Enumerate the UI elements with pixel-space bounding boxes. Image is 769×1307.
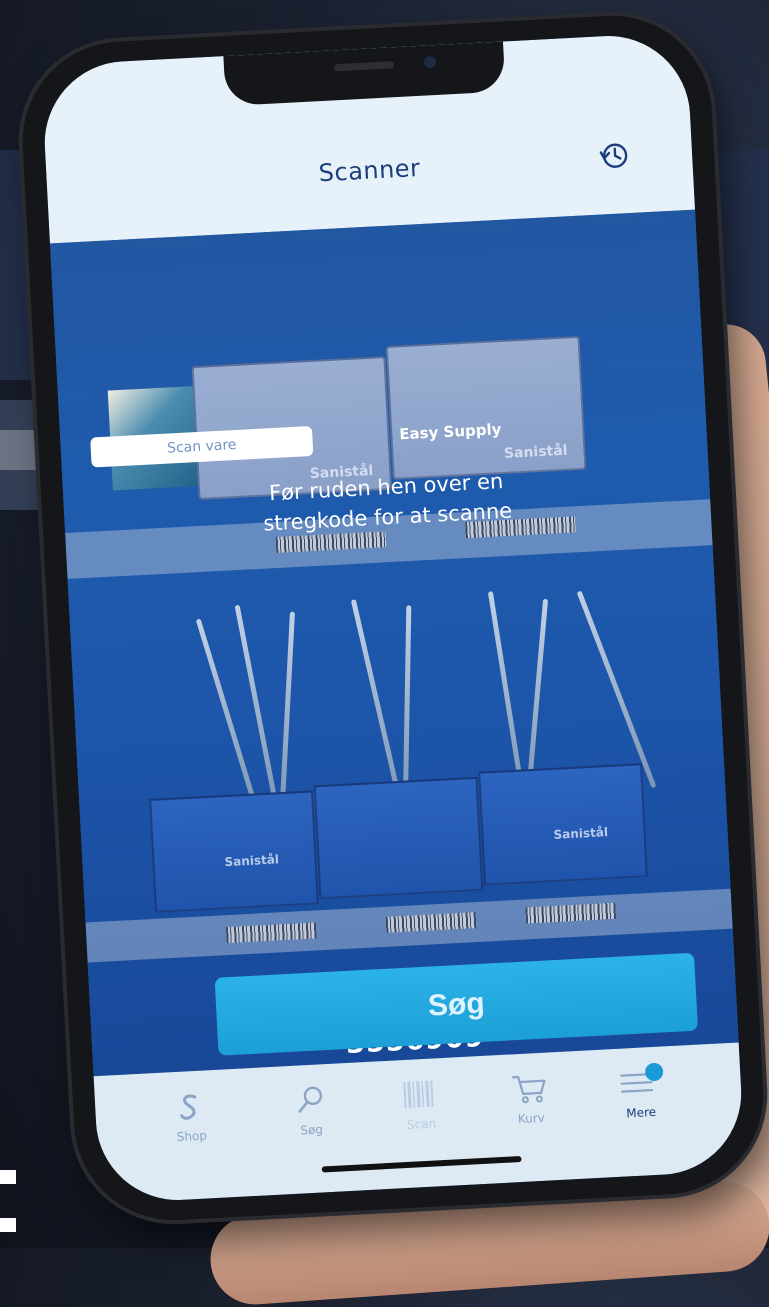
home-indicator[interactable]: [321, 1156, 522, 1173]
drill-bit: [195, 618, 259, 812]
tab-shop[interactable]: Shop: [134, 1086, 247, 1146]
phone-screen: Scanner Sanistål Sanistål Sanistål Sanis…: [40, 31, 746, 1205]
tab-cart[interactable]: Kurv: [474, 1069, 587, 1129]
phone: Scanner Sanistål Sanistål Sanistål Sanis…: [17, 10, 769, 1226]
search-icon: [298, 1086, 323, 1113]
drill-bit: [402, 605, 412, 806]
sanistal-logo-icon: [180, 1094, 197, 1120]
speaker-grille: [333, 61, 395, 72]
storage-bin: Sanistål: [478, 763, 648, 886]
history-icon: [599, 143, 628, 168]
brand-label: Sanistål: [224, 852, 280, 870]
tab-label: Mere: [625, 1104, 657, 1121]
drill-bit: [576, 590, 657, 789]
side-mark: [0, 1170, 16, 1184]
cart-icon: [512, 1075, 546, 1104]
tab-more[interactable]: Mere: [584, 1062, 697, 1123]
side-mark: [0, 1218, 16, 1232]
drill-bit: [350, 599, 403, 805]
history-button[interactable]: [595, 137, 633, 175]
barcode-icon: [403, 1080, 434, 1109]
drill-bit: [279, 611, 295, 812]
camera-viewfinder[interactable]: Sanistål Sanistål Sanistål Sanistål Scan…: [49, 209, 739, 1077]
tab-label: Scan: [406, 1116, 437, 1132]
front-camera: [423, 55, 437, 69]
brand-label: Sanistål: [553, 825, 609, 842]
tab-label: Søg: [300, 1122, 324, 1138]
storage-bin: [313, 776, 484, 900]
storage-bin: Sanistål: [149, 790, 319, 913]
tab-scan[interactable]: Scan: [364, 1074, 477, 1134]
tab-search[interactable]: Søg: [254, 1080, 367, 1140]
tab-label: Shop: [176, 1128, 208, 1145]
menu-icon-wrap: [617, 1062, 664, 1101]
drill-bit: [234, 604, 280, 812]
tab-label: Kurv: [517, 1110, 546, 1127]
drill-bit: [487, 591, 526, 800]
